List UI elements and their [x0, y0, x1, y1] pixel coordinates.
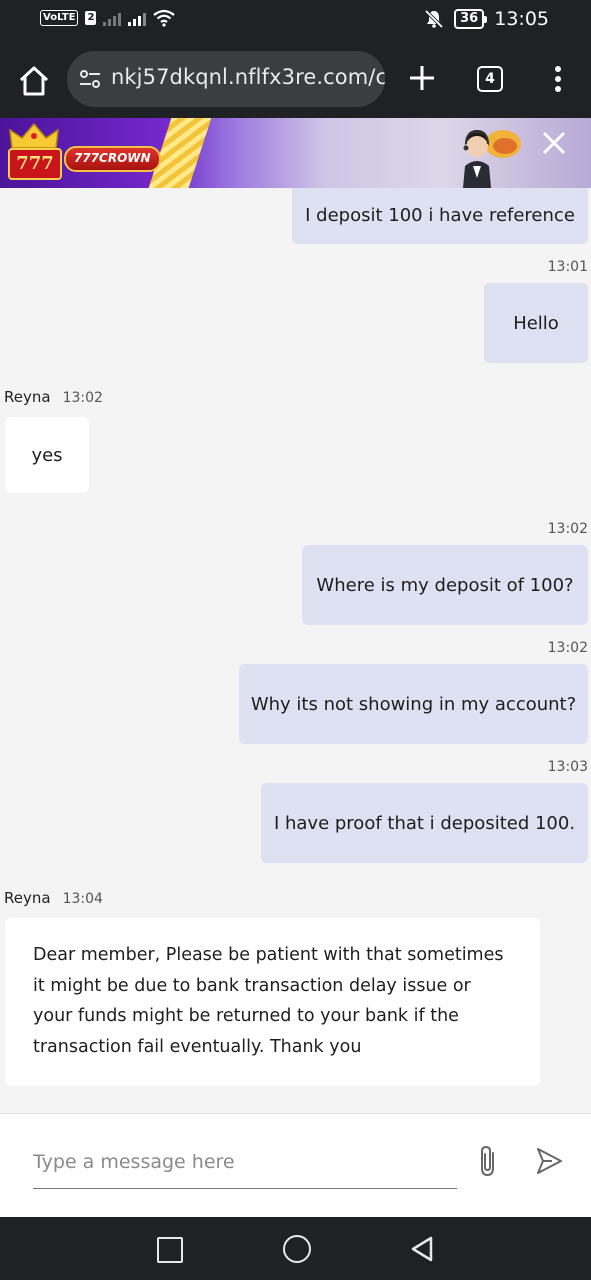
signal-sim2-icon: [103, 10, 122, 26]
paperclip-icon[interactable]: [474, 1144, 502, 1178]
sim-badge: 2: [85, 11, 97, 25]
chat-thread[interactable]: I deposit 100 i have reference 13:01 Hel…: [0, 188, 591, 1113]
message-bubble-outgoing: I have proof that i deposited 100.: [261, 783, 588, 863]
status-clock: 13:05: [494, 8, 549, 30]
message-time: 13:02: [547, 521, 588, 537]
status-bar: VoLTE 2 36 13:05: [0, 0, 591, 44]
brand-name: 777CROWN: [64, 146, 161, 172]
message-bubble-outgoing: Why its not showing in my account?: [239, 664, 588, 744]
message-text: I have proof that i deposited 100.: [273, 812, 576, 834]
system-navigation-bar: [0, 1217, 591, 1280]
sender-name: Reyna: [4, 889, 51, 907]
sender-line: Reyna 13:04: [4, 889, 103, 907]
ad-banner[interactable]: 777 777CROWN: [0, 118, 591, 188]
close-icon[interactable]: [541, 130, 567, 156]
message-bubble-outgoing: Hello: [484, 283, 588, 363]
signal-sim1-icon: [128, 10, 147, 26]
battery-indicator: 36: [454, 9, 488, 29]
message-bubble-incoming: yes: [5, 417, 89, 493]
browser-toolbar: nkj57dkqnl.nflfx3re.com/cl 4: [0, 44, 591, 118]
message-time: 13:02: [547, 640, 588, 656]
message-bubble-outgoing: Where is my deposit of 100?: [302, 545, 588, 625]
message-text: Where is my deposit of 100?: [316, 574, 574, 596]
wifi-icon: [153, 9, 176, 27]
address-bar[interactable]: nkj57dkqnl.nflfx3re.com/cl: [67, 51, 385, 107]
send-icon[interactable]: [534, 1146, 564, 1176]
message-time: 13:02: [62, 390, 103, 406]
recent-apps-button[interactable]: [157, 1237, 183, 1263]
home-button[interactable]: [283, 1235, 311, 1263]
site-settings-icon[interactable]: [79, 68, 101, 90]
back-icon[interactable]: [409, 1235, 435, 1263]
sender-line: Reyna 13:02: [4, 388, 103, 406]
message-input[interactable]: [33, 1136, 457, 1189]
message-bubble-incoming: Dear member, Please be patient with that…: [5, 918, 540, 1086]
support-agent-icon: [463, 130, 521, 188]
message-text: yes: [31, 444, 63, 466]
sender-name: Reyna: [4, 388, 51, 406]
home-icon[interactable]: [16, 63, 52, 99]
message-time: 13:01: [547, 259, 588, 275]
message-text: Why its not showing in my account?: [250, 693, 577, 715]
message-time: 13:04: [62, 891, 103, 907]
message-text: Dear member, Please be patient with that…: [33, 945, 504, 1057]
message-text: Hello: [513, 312, 559, 334]
plus-icon[interactable]: [406, 62, 438, 94]
notifications-muted-icon: [424, 9, 444, 29]
message-text: I deposit 100 i have reference: [305, 204, 575, 226]
slot-777-logo: 777: [8, 148, 62, 180]
volte-badge: VoLTE: [40, 10, 79, 26]
status-left: VoLTE 2: [40, 9, 176, 27]
url-text[interactable]: nkj57dkqnl.nflfx3re.com/cl: [111, 65, 385, 89]
kebab-menu-icon[interactable]: [548, 64, 568, 94]
message-bubble-outgoing: I deposit 100 i have reference: [292, 188, 588, 244]
tab-switcher-button[interactable]: 4: [477, 66, 503, 92]
status-right: 36 13:05: [424, 8, 549, 30]
message-composer: [0, 1113, 591, 1218]
message-time: 13:03: [547, 759, 588, 775]
